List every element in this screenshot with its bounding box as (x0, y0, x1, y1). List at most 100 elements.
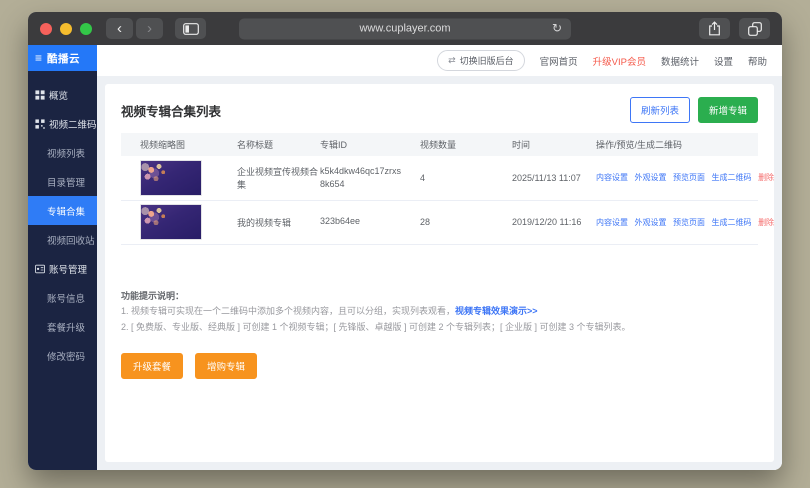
topbar-link-data-statistics[interactable]: 数据统计 (661, 54, 699, 68)
sidebar: ≡ 酷播云 概览 视频二维码 视频列表 目录管理 专辑合集 视频回收站 账号管理… (28, 45, 97, 470)
sidebar-item-label: 修改密码 (47, 351, 86, 363)
delete-link[interactable]: 删除 (758, 173, 774, 182)
page-title: 视频专辑合集列表 (121, 104, 222, 119)
upgrade-plan-button[interactable]: 升级套餐 (121, 352, 184, 379)
id-card-icon (35, 264, 45, 274)
col-header-title: 名称标题 (237, 133, 320, 156)
notes-line-2: 2. [ 免费版、专业版、经典版 ] 可创建 1 个视频专辑；[ 先锋版、卓越版… (121, 322, 631, 332)
reload-icon[interactable]: ↻ (552, 21, 562, 35)
share-icon (709, 21, 720, 36)
col-header-actions: 操作/预览/生成二维码 (596, 133, 758, 156)
album-time: 2025/11/13 11:07 (512, 156, 596, 201)
topbar-link-official-site[interactable]: 官网首页 (540, 54, 578, 68)
sidebar-toggle-button[interactable] (175, 18, 206, 39)
sidebar-item-label: 账号管理 (49, 264, 88, 276)
album-id: 323b64ee (320, 200, 420, 245)
generate-qrcode-link[interactable]: 生成二维码 (712, 173, 752, 182)
forward-button[interactable]: › (136, 18, 163, 39)
topbar-link-settings[interactable]: 设置 (714, 54, 733, 68)
table-header-row: 视频缩略图 名称标题 专辑ID 视频数量 时间 操作/预览/生成二维码 (121, 133, 758, 156)
sidebar-item-catalog-management[interactable]: 目录管理 (28, 167, 97, 196)
album-title: 企业视频宣传视频合集 (237, 156, 320, 201)
main-area: ⇄ 切换旧版后台 官网首页 升级VIP会员 数据统计 设置 帮助 视频专辑合集列… (97, 45, 782, 470)
notes-heading: 功能提示说明： (121, 290, 185, 301)
sidebar-item-label: 视频二维码 (49, 119, 97, 131)
desktop-background: ‹ › www.cuplayer.com ↻ ≡ 酷播云 概览 视频二维码 视频… (0, 0, 810, 488)
sidebar-item-label: 专辑合集 (47, 206, 86, 218)
sidebar-item-account-info[interactable]: 账号信息 (28, 283, 97, 312)
browser-window: ‹ › www.cuplayer.com ↻ ≡ 酷播云 概览 视频二维码 视频… (28, 12, 782, 470)
topbar-link-upgrade-vip[interactable]: 升级VIP会员 (593, 54, 646, 68)
back-button[interactable]: ‹ (106, 18, 133, 39)
notes-line-1-text: 1. 视频专辑可实现在一个二维码中添加多个视频内容，且可以分组，实现列表观看， (121, 306, 456, 317)
url-text: www.cuplayer.com (359, 22, 451, 35)
table-row: 企业视频宣传视频合集 k5k4dkw46qc17zrxs8k654 4 2025… (121, 156, 774, 201)
delete-link[interactable]: 删除 (758, 218, 774, 227)
album-title: 我的视频专辑 (237, 200, 320, 245)
album-demo-link[interactable]: 视频专辑效果演示>> (455, 306, 538, 316)
bottom-buttons: 升级套餐 增购专辑 (121, 352, 758, 379)
sidebar-item-label: 套餐升级 (47, 322, 86, 334)
switch-old-backend-label: 切换旧版后台 (459, 56, 514, 66)
album-id: k5k4dkw46qc17zrxs8k654 (320, 156, 420, 201)
topbar: ⇄ 切换旧版后台 官网首页 升级VIP会员 数据统计 设置 帮助 (97, 45, 782, 76)
dashboard-icon (35, 89, 45, 100)
content-area: 视频专辑合集列表 刷新列表 新增专辑 视频缩略图 名称标题 专辑ID 视频数量 … (97, 76, 782, 470)
content-settings-link[interactable]: 内容设置 (596, 218, 628, 227)
purchase-album-button[interactable]: 增购专辑 (195, 352, 258, 379)
sidebar-toggle-icon (182, 22, 199, 35)
sidebar-item-video-list[interactable]: 视频列表 (28, 138, 97, 167)
browser-chrome: ‹ › www.cuplayer.com ↻ (28, 12, 782, 45)
col-header-video-count: 视频数量 (420, 133, 512, 156)
add-album-button[interactable]: 新增专辑 (697, 97, 758, 123)
sidebar-item-label: 账号信息 (47, 293, 86, 305)
sidebar-item-label: 目录管理 (47, 177, 86, 189)
traffic-lights (40, 22, 92, 35)
refresh-list-button[interactable]: 刷新列表 (629, 97, 690, 123)
album-table: 视频缩略图 名称标题 专辑ID 视频数量 时间 操作/预览/生成二维码 企业视频… (121, 133, 774, 245)
sidebar-item-video-qrcode[interactable]: 视频二维码 (28, 109, 97, 138)
preview-page-link[interactable]: 预览页面 (673, 173, 705, 182)
row-actions: 内容设置 外观设置 预览页面 生成二维码 删除 (596, 200, 774, 245)
share-button[interactable] (699, 18, 730, 39)
album-thumbnail[interactable] (140, 159, 202, 196)
sidebar-item-overview[interactable]: 概览 (28, 80, 97, 109)
tabs-icon (747, 21, 762, 36)
sidebar-item-label: 视频回收站 (47, 235, 95, 247)
generate-qrcode-link[interactable]: 生成二维码 (712, 218, 752, 227)
minimize-window-button[interactable] (60, 22, 72, 35)
appearance-settings-link[interactable]: 外观设置 (635, 173, 667, 182)
sidebar-item-video-recycle-bin[interactable]: 视频回收站 (28, 225, 97, 254)
sidebar-item-album-collection[interactable]: 专辑合集 (28, 196, 97, 225)
sidebar-item-change-password[interactable]: 修改密码 (28, 341, 97, 370)
preview-page-link[interactable]: 预览页面 (673, 218, 705, 227)
album-thumbnail[interactable] (140, 204, 202, 240)
sidebar-item-label: 视频列表 (47, 148, 86, 160)
card-header: 视频专辑合集列表 刷新列表 新增专辑 (121, 97, 758, 123)
sidebar-item-account-management[interactable]: 账号管理 (28, 254, 97, 283)
switch-old-backend-button[interactable]: ⇄ 切换旧版后台 (437, 50, 525, 71)
sidebar-item-plan-upgrade[interactable]: 套餐升级 (28, 312, 97, 341)
appearance-settings-link[interactable]: 外观设置 (635, 218, 667, 227)
video-count: 4 (420, 156, 512, 201)
table-row: 我的视频专辑 323b64ee 28 2019/12/20 11:16 内容设置… (121, 200, 774, 245)
sidebar-menu: 概览 视频二维码 视频列表 目录管理 专辑合集 视频回收站 账号管理 账号信息 … (28, 71, 97, 370)
back-icon: ‹ (117, 20, 122, 37)
col-header-thumbnail: 视频缩略图 (121, 133, 237, 156)
chrome-right-controls (699, 18, 770, 39)
album-time: 2019/12/20 11:16 (512, 200, 596, 245)
album-list-card: 视频专辑合集列表 刷新列表 新增专辑 视频缩略图 名称标题 专辑ID 视频数量 … (105, 84, 774, 462)
app-frame: ≡ 酷播云 概览 视频二维码 视频列表 目录管理 专辑合集 视频回收站 账号管理… (28, 45, 782, 470)
address-bar[interactable]: www.cuplayer.com ↻ (239, 18, 571, 39)
topbar-link-help[interactable]: 帮助 (748, 54, 767, 68)
hamburger-icon[interactable]: ≡ (35, 52, 42, 64)
feature-notes: 功能提示说明： 1. 视频专辑可实现在一个二维码中添加多个视频内容，且可以分组，… (121, 289, 758, 336)
tabs-button[interactable] (739, 18, 770, 39)
sidebar-item-label: 概览 (49, 90, 69, 102)
swap-icon: ⇄ (448, 55, 456, 65)
close-window-button[interactable] (40, 22, 52, 35)
qrcode-icon (35, 118, 45, 129)
zoom-window-button[interactable] (80, 22, 92, 35)
content-settings-link[interactable]: 内容设置 (596, 173, 628, 182)
header-buttons: 刷新列表 新增专辑 (629, 97, 758, 123)
